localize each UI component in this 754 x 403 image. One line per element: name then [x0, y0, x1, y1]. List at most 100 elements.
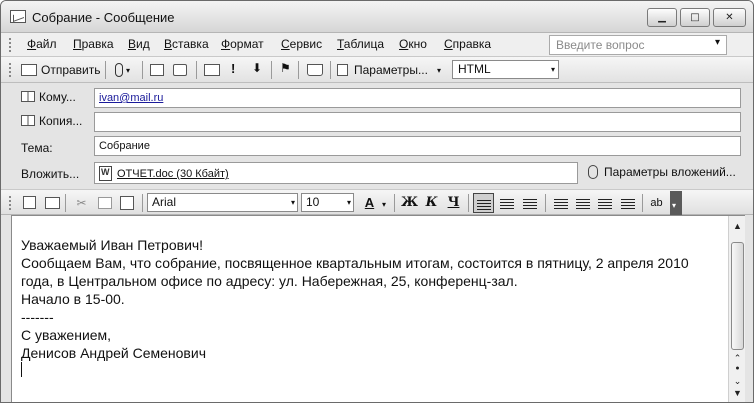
formatting-toolbar: ✂ Arial ▾ 10 ▾ А ▾ Ж К Ч ab ▾ — [1, 189, 753, 215]
menu-edit[interactable]: Правка — [73, 37, 114, 51]
font-color-button[interactable]: А — [359, 193, 380, 213]
body-line: Денисов Андрей Семенович — [21, 345, 206, 361]
attachments-box[interactable]: ОТЧЕТ.doc (30 Кбайт) — [94, 162, 578, 184]
message-header: Кому... ivan@mail.ru Копия... Тема: Собр… — [1, 83, 753, 187]
toolbar-overflow-button[interactable] — [670, 191, 682, 215]
minimize-button[interactable]: ▁ — [647, 8, 677, 27]
options-doc-icon — [337, 64, 348, 76]
message-format-value: HTML — [458, 62, 491, 76]
toolbar-grip[interactable] — [9, 196, 12, 210]
toolbar-separator — [298, 61, 299, 79]
select-browse-object-button[interactable]: ● — [731, 365, 744, 372]
subject-label: Тема: — [21, 141, 53, 155]
align-right-button[interactable] — [519, 193, 540, 213]
bold-button[interactable]: Ж — [399, 193, 420, 213]
font-name-value: Arial — [152, 195, 177, 209]
bulleted-list-button[interactable] — [572, 193, 593, 213]
message-body-text[interactable]: Уважаемый Иван Петрович! Сообщаем Вам, ч… — [21, 236, 716, 381]
attach-file-button[interactable]: ▾ — [113, 61, 137, 79]
scroll-down-button[interactable]: ▼ — [731, 388, 744, 398]
text-cursor — [21, 362, 22, 377]
toolbar-separator — [142, 194, 143, 212]
message-format-select[interactable]: HTML ▾ — [452, 60, 559, 79]
increase-indent-button[interactable] — [617, 193, 638, 213]
menu-format[interactable]: Формат — [221, 37, 264, 51]
font-size-value: 10 — [306, 195, 320, 209]
to-button[interactable]: Кому... — [19, 87, 76, 107]
cc-field[interactable] — [94, 112, 741, 132]
flag-icon[interactable]: ⚑ — [280, 61, 291, 79]
paperclip-icon — [588, 165, 598, 179]
address-book-icon[interactable] — [150, 64, 164, 76]
cut-icon[interactable]: ✂ — [71, 193, 92, 213]
body-line: Сообщаем Вам, что собрание, посвященное … — [21, 255, 689, 289]
close-button[interactable]: ✕ — [713, 8, 746, 27]
toolbar-separator — [142, 61, 143, 79]
menu-bar: Файл Правка Вид Вставка Формат Сервис Та… — [1, 33, 753, 57]
window-title: Собрание - Сообщение — [32, 10, 175, 25]
toolbar-separator — [330, 61, 331, 79]
font-color-dropdown-icon[interactable]: ▾ — [382, 200, 386, 209]
toolbar-separator — [545, 194, 546, 212]
check-names-icon[interactable] — [173, 64, 187, 76]
copy-icon[interactable] — [98, 197, 112, 209]
attach-dropdown-icon: ▾ — [126, 66, 131, 75]
underline-button[interactable]: Ч — [443, 193, 464, 213]
message-window: Собрание - Сообщение ▁ □ ✕ Файл Правка В… — [0, 0, 754, 403]
toolbar-separator — [65, 194, 66, 212]
previous-page-button[interactable]: ⌃ — [731, 353, 744, 364]
paste-icon[interactable] — [120, 196, 134, 210]
help-search-input[interactable]: Введите вопрос — [549, 35, 727, 55]
align-center-button[interactable] — [496, 193, 517, 213]
cc-button-label: Копия... — [39, 114, 83, 128]
body-line: Уважаемый Иван Петрович! — [21, 237, 204, 253]
save-icon[interactable] — [23, 196, 36, 209]
subject-field[interactable]: Собрание — [94, 136, 741, 156]
message-body-editor[interactable]: Уважаемый Иван Петрович! Сообщаем Вам, ч… — [11, 215, 745, 402]
options-dropdown-icon: ▾ — [437, 66, 442, 75]
high-importance-icon[interactable]: ! — [231, 61, 235, 79]
help-dropdown-arrow-icon[interactable]: ▾ — [715, 37, 720, 48]
attachment-options-label: Параметры вложений... — [604, 165, 736, 179]
low-importance-icon[interactable]: ⬇ — [252, 61, 262, 79]
attachment-file[interactable]: ОТЧЕТ.doc (30 Кбайт) — [117, 168, 229, 180]
send-icon — [21, 64, 37, 76]
increase-indent-icon — [621, 199, 635, 210]
attachment-options-button[interactable]: Параметры вложений... — [588, 165, 736, 179]
scroll-thumb[interactable] — [731, 242, 744, 350]
options-icon[interactable] — [307, 64, 323, 76]
to-field[interactable]: ivan@mail.ru — [94, 88, 741, 108]
vertical-scrollbar[interactable]: ▲ ⌃ ● ⌄ ▼ — [728, 216, 745, 402]
scroll-up-button[interactable]: ▲ — [731, 221, 744, 231]
menu-insert[interactable]: Вставка — [164, 37, 209, 51]
format-dropdown-icon: ▾ — [550, 65, 555, 74]
menu-table[interactable]: Таблица — [337, 37, 384, 51]
address-book-icon — [21, 115, 35, 126]
toolbar-separator — [642, 194, 643, 212]
numbered-list-button[interactable] — [550, 193, 571, 213]
spelling-icon[interactable]: ab — [646, 193, 667, 213]
menu-file[interactable]: Файл — [27, 37, 57, 51]
envelope-icon[interactable] — [204, 64, 220, 76]
to-button-label: Кому... — [39, 90, 76, 104]
maximize-button[interactable]: □ — [680, 8, 710, 27]
italic-button[interactable]: К — [421, 193, 442, 213]
menu-tools[interactable]: Сервис — [281, 37, 322, 51]
align-left-button[interactable] — [473, 193, 494, 213]
print-icon[interactable] — [45, 197, 60, 209]
font-name-dropdown-icon: ▾ — [290, 198, 295, 207]
numbered-list-icon — [554, 199, 568, 210]
decrease-indent-button[interactable] — [594, 193, 615, 213]
toolbar-separator — [105, 61, 106, 79]
menu-window[interactable]: Окно — [399, 37, 427, 51]
title-bar: Собрание - Сообщение ▁ □ ✕ — [1, 1, 753, 33]
next-page-button[interactable]: ⌄ — [731, 376, 744, 387]
font-size-select[interactable]: 10 ▾ — [301, 193, 354, 212]
menu-help[interactable]: Справка — [444, 37, 491, 51]
toolbar-grip[interactable] — [9, 63, 12, 77]
menu-grip[interactable] — [9, 38, 12, 52]
menu-view[interactable]: Вид — [128, 37, 150, 51]
cc-button[interactable]: Копия... — [19, 111, 82, 131]
font-name-select[interactable]: Arial ▾ — [147, 193, 298, 212]
body-line: С уважением, — [21, 327, 112, 343]
